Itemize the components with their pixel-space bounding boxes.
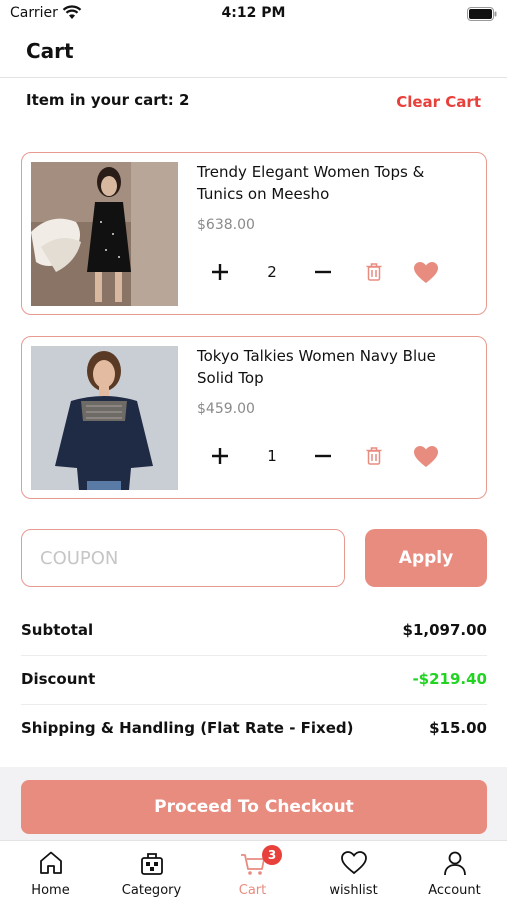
status-time: 4:12 PM xyxy=(221,5,286,21)
product-image[interactable] xyxy=(31,346,178,490)
heart-icon[interactable] xyxy=(413,445,439,469)
subtotal-label: Subtotal xyxy=(21,621,94,639)
plus-icon[interactable] xyxy=(209,261,231,283)
product-title[interactable]: Trendy Elegant Women Tops & Tunics on Me… xyxy=(197,161,467,205)
tab-bar: Home Category 3 Cart wishlist Account xyxy=(0,840,507,900)
checkout-area: Proceed To Checkout xyxy=(0,767,507,840)
category-icon xyxy=(141,853,163,875)
product-image[interactable] xyxy=(31,162,178,306)
status-bar: Carrier 4:12 PM xyxy=(0,0,507,28)
discount-value: -$219.40 xyxy=(412,670,487,688)
home-icon xyxy=(40,851,62,874)
tab-wishlist[interactable]: wishlist xyxy=(303,841,404,900)
heart-icon[interactable] xyxy=(413,261,439,285)
tab-wishlist-label: wishlist xyxy=(329,883,378,898)
minus-icon[interactable] xyxy=(312,445,334,467)
tab-home[interactable]: Home xyxy=(0,841,101,900)
tab-category-label: Category xyxy=(121,883,182,898)
tab-account[interactable]: Account xyxy=(404,841,505,900)
subtotal-row: Subtotal $1,097.00 xyxy=(21,607,487,656)
shipping-row: Shipping & Handling (Flat Rate - Fixed) … xyxy=(21,705,487,754)
battery-icon xyxy=(467,7,497,21)
apply-coupon-button[interactable]: Apply xyxy=(365,529,487,587)
plus-icon[interactable] xyxy=(209,445,231,467)
product-price: $638.00 xyxy=(197,217,255,233)
cart-item: Tokyo Talkies Women Navy Blue Solid Top … xyxy=(21,336,487,499)
shipping-label: Shipping & Handling (Flat Rate - Fixed) xyxy=(21,719,354,737)
quantity-value: 1 xyxy=(267,447,277,465)
heart-outline-icon xyxy=(341,851,367,875)
trash-icon[interactable] xyxy=(365,446,383,466)
tab-cart[interactable]: 3 Cart xyxy=(202,841,303,900)
proceed-to-checkout-button[interactable]: Proceed To Checkout xyxy=(21,780,487,834)
clear-cart-button[interactable]: Clear Cart xyxy=(396,93,481,111)
trash-icon[interactable] xyxy=(365,262,383,282)
header: Cart xyxy=(0,28,507,78)
tab-category[interactable]: Category xyxy=(101,841,202,900)
discount-row: Discount -$219.40 xyxy=(21,656,487,705)
quantity-value: 2 xyxy=(267,263,277,281)
shipping-value: $15.00 xyxy=(429,719,487,737)
discount-label: Discount xyxy=(21,670,96,688)
cart-badge: 3 xyxy=(262,845,282,865)
minus-icon[interactable] xyxy=(312,261,334,283)
product-title[interactable]: Tokyo Talkies Women Navy Blue Solid Top xyxy=(197,345,467,389)
product-price: $459.00 xyxy=(197,401,255,417)
subtotal-value: $1,097.00 xyxy=(402,621,487,639)
tab-cart-label: Cart xyxy=(238,883,267,898)
cart-item: Trendy Elegant Women Tops & Tunics on Me… xyxy=(21,152,487,315)
tab-home-label: Home xyxy=(31,883,70,898)
cart-item-count: Item in your cart: 2 xyxy=(26,91,190,109)
coupon-input[interactable] xyxy=(21,529,345,587)
tab-account-label: Account xyxy=(428,883,481,898)
user-icon xyxy=(444,851,466,876)
page-title: Cart xyxy=(26,39,74,63)
